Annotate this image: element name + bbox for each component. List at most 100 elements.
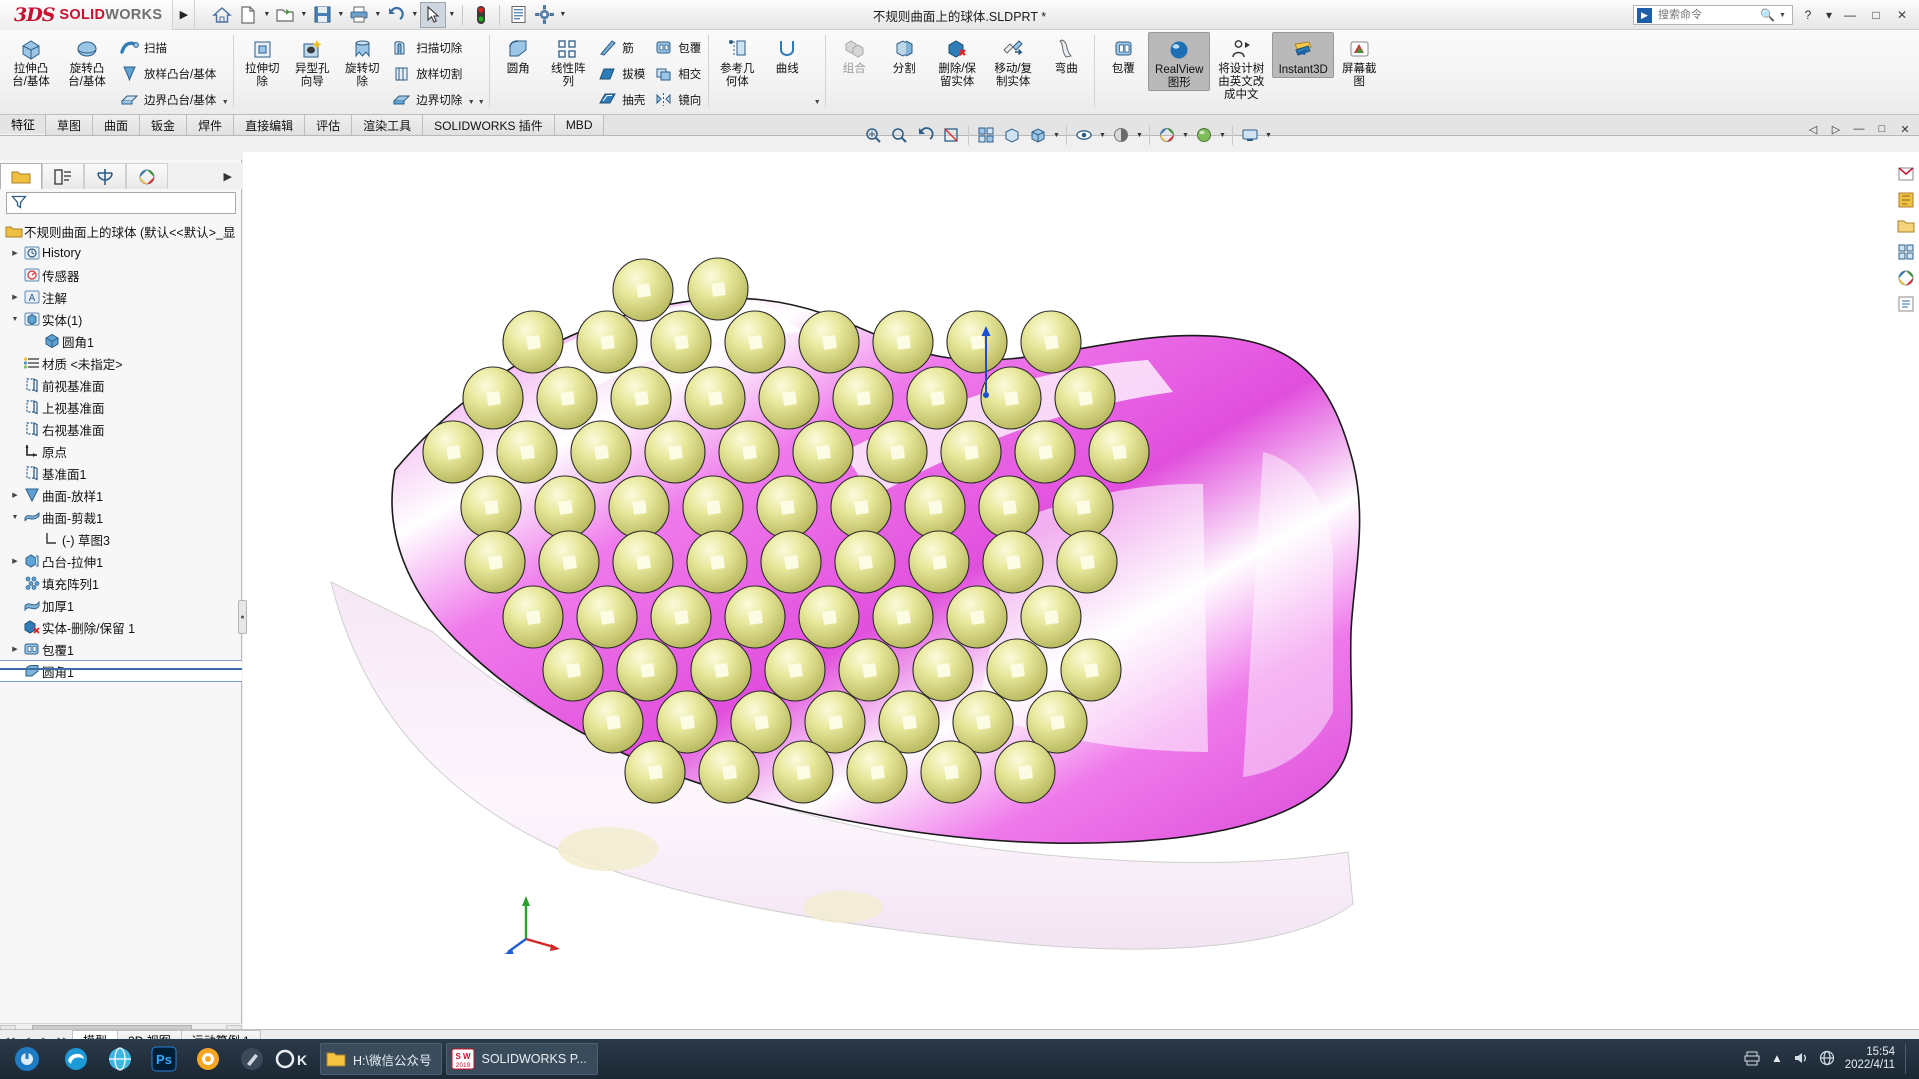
apply-scene-caret-icon[interactable]: ▼ [1134, 122, 1145, 148]
undo-caret-icon[interactable]: ▼ [409, 2, 420, 28]
view-settings-icon[interactable] [1237, 122, 1263, 148]
print-caret-icon[interactable]: ▼ [372, 2, 383, 28]
extruded-boss-base-button[interactable]: 拉伸凸 台/基体 [3, 32, 59, 89]
tree-item-fillet1-body[interactable]: 圆角1 [0, 330, 242, 352]
tree-item-history[interactable]: ▶ History [0, 242, 242, 264]
feature-tree-filter[interactable] [6, 192, 236, 214]
combine-button[interactable]: 组合 [829, 32, 879, 76]
tree-item-sketch3[interactable]: (-) 草图3 [0, 528, 242, 550]
task-pane-view-palette-icon[interactable] [1894, 240, 1918, 264]
tab-direct-edit[interactable]: 直接编辑 [233, 114, 306, 135]
expand-arrow-icon-3[interactable]: ▶ [8, 491, 22, 499]
tree-item-front-plane[interactable]: 前视基准面 [0, 374, 242, 396]
search-input[interactable] [1656, 8, 1756, 22]
swept-cut-button[interactable]: 扫描切除 [387, 35, 466, 60]
boss-group-caret-icon[interactable]: ▼ [220, 32, 230, 110]
expand-arrow-icon-2[interactable]: ▶ [8, 293, 22, 301]
tree-item-thicken1[interactable]: 加厚1 [0, 594, 242, 616]
tab-solidworks-addins[interactable]: SOLIDWORKS 插件 [422, 114, 555, 135]
taskbar-browser-icon[interactable] [98, 1039, 142, 1079]
display-style-caret-icon[interactable]: ▼ [1051, 122, 1062, 148]
cut-group-caret-icon[interactable]: ▼ [466, 32, 476, 110]
taskbar-tool-icon[interactable] [230, 1039, 274, 1079]
doc-minimize-icon[interactable]: — [1849, 120, 1869, 138]
apply-scene-2-icon[interactable] [1191, 122, 1217, 148]
tree-item-material[interactable]: 材质 <未指定> [0, 352, 242, 374]
tree-item-delete-body1[interactable]: 实体-删除/保留 1 [0, 616, 242, 638]
help-button[interactable]: ? [1797, 3, 1819, 27]
edit-appearance-caret-icon[interactable]: ▼ [1180, 122, 1191, 148]
tree-root-item[interactable]: 不规则曲面上的球体 (默认<<默认>_显 [0, 220, 242, 242]
home-icon[interactable] [209, 2, 235, 28]
task-pane-custom-properties-icon[interactable] [1894, 292, 1918, 316]
realview-graphics-button[interactable]: RealView 图形 [1148, 32, 1211, 91]
3d-drawing-view-icon[interactable] [999, 122, 1025, 148]
tab-mbd[interactable]: MBD [553, 114, 605, 135]
doc-restore-right-icon[interactable]: ▷ [1826, 120, 1846, 138]
collapse-arrow-icon[interactable]: ▼ [8, 316, 22, 323]
open-folder-icon[interactable] [272, 2, 298, 28]
tree-item-right-plane[interactable]: 右视基准面 [0, 418, 242, 440]
mirror-button[interactable]: 镜向 [649, 87, 705, 112]
tray-network-icon[interactable] [1819, 1050, 1835, 1069]
reference-geometry-button[interactable]: 参考几 何体 [712, 32, 762, 89]
select-caret-icon[interactable]: ▼ [446, 2, 457, 28]
doc-close-icon[interactable]: ✕ [1895, 120, 1915, 138]
tree-rollback-bar[interactable] [0, 668, 242, 670]
taskbar-start-icon[interactable] [0, 1039, 54, 1079]
apply-scene-icon[interactable] [1108, 122, 1134, 148]
view-settings-caret-icon[interactable]: ▼ [1263, 122, 1274, 148]
shell-button[interactable]: 抽壳 [593, 87, 649, 112]
undo-icon[interactable] [383, 2, 409, 28]
tab-sketch[interactable]: 草图 [45, 114, 94, 135]
collapse-arrow-icon-2[interactable]: ▼ [8, 514, 22, 521]
help-caret-icon[interactable]: ▾ [1823, 3, 1835, 27]
revolved-cut-button[interactable]: 旋转切 除 [337, 32, 387, 89]
tree-item-sensors[interactable]: 传感器 [0, 264, 242, 286]
model-3d-view[interactable] [243, 152, 1919, 1029]
featuremanager-design-tree-tab[interactable] [0, 163, 42, 189]
tree-item-origin[interactable]: 原点 [0, 440, 242, 462]
boundary-cut-button[interactable]: 边界切除 [387, 87, 466, 112]
taskbar-window-wechat-folder[interactable]: H:\微信公众号 [320, 1043, 443, 1075]
rebuild-icon[interactable] [468, 2, 494, 28]
search-caret-icon[interactable]: ▼ [1779, 12, 1786, 19]
display-style-icon[interactable] [1025, 122, 1051, 148]
panel-resize-handle[interactable]: ● [238, 600, 247, 634]
search-icon[interactable]: 🔍 [1760, 8, 1775, 22]
tree-item-plane1[interactable]: 基准面1 [0, 462, 242, 484]
tree-item-boss-extrude1[interactable]: ▶ 凸台-拉伸1 [0, 550, 242, 572]
rib-button[interactable]: 筋 [593, 35, 649, 60]
view-orientation-icon[interactable] [973, 122, 999, 148]
hole-wizard-button[interactable]: 异型孔 向导 [287, 32, 337, 89]
expand-arrow-icon-5[interactable]: ▶ [8, 645, 22, 653]
linear-pattern-button[interactable]: 线性阵 列 [543, 32, 593, 89]
file-properties-icon[interactable] [505, 2, 531, 28]
fillet-button[interactable]: 圆角 [493, 32, 543, 76]
wrap-button-2[interactable]: 包覆 [1098, 32, 1148, 76]
select-cursor-icon[interactable] [420, 1, 447, 28]
tray-volume-icon[interactable] [1793, 1050, 1809, 1069]
tray-printer-icon[interactable] [1743, 1050, 1761, 1069]
search-commands-box[interactable]: ▶ 🔍 ▼ [1633, 5, 1793, 25]
draft-button[interactable]: 拔模 [593, 61, 649, 86]
tree-english-to-chinese-button[interactable]: 将设计树 由英文改 成中文 [1210, 32, 1272, 102]
taskbar-clock[interactable]: 15:54 2022/4/11 [1845, 1046, 1895, 1072]
tree-item-wrap1[interactable]: ▶ 包覆1 [0, 638, 242, 660]
wrap-button[interactable]: 包覆 [649, 35, 705, 60]
minimize-button[interactable]: — [1839, 3, 1861, 27]
zoom-to-fit-icon[interactable] [860, 122, 886, 148]
taskbar-photoshop-icon[interactable]: Ps [142, 1039, 186, 1079]
tab-render-tools[interactable]: 渲染工具 [351, 114, 424, 135]
tree-item-fill-pattern1[interactable]: 填充阵列1 [0, 572, 242, 594]
new-document-caret-icon[interactable]: ▼ [261, 2, 272, 28]
boundary-boss-base-button[interactable]: 边界凸台/基体 [115, 87, 220, 112]
open-caret-icon[interactable]: ▼ [298, 2, 309, 28]
zoom-to-area-icon[interactable] [886, 122, 912, 148]
previous-view-icon[interactable] [912, 122, 938, 148]
expand-arrow-icon-4[interactable]: ▶ [8, 557, 22, 565]
feature-manager-expand-arrow-icon[interactable]: ▶ [224, 170, 242, 183]
split-button[interactable]: 分割 [879, 32, 929, 76]
taskbar-ok-icon[interactable]: K [274, 1039, 318, 1079]
tab-features[interactable]: 特征 [0, 114, 47, 135]
